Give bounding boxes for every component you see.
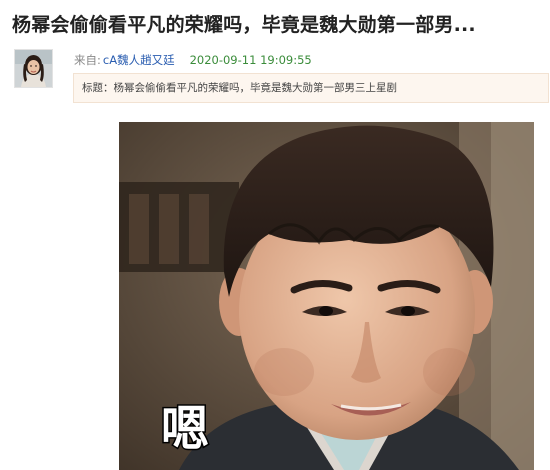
meme-subtitle: 嗯 [159,400,210,459]
post-datetime: 2020-09-11 19:09:55 [189,53,312,67]
post-headline[interactable]: 杨幂会偷偷看平凡的荣耀吗，毕竟是魏大勋第一部男... [12,8,542,42]
post-meta: 来自: cA魏人趙又廷 2020-09-11 19:09:55 [74,52,312,68]
from-label: 来自: [74,53,101,67]
title-box: 标题：杨幂会偷偷看平凡的荣耀吗，毕竟是魏大勋第一部男三上星剧 [73,73,549,103]
author-link[interactable]: cA魏人趙又廷 [103,53,175,67]
avatar-image [15,50,52,87]
avatar[interactable] [14,49,53,88]
